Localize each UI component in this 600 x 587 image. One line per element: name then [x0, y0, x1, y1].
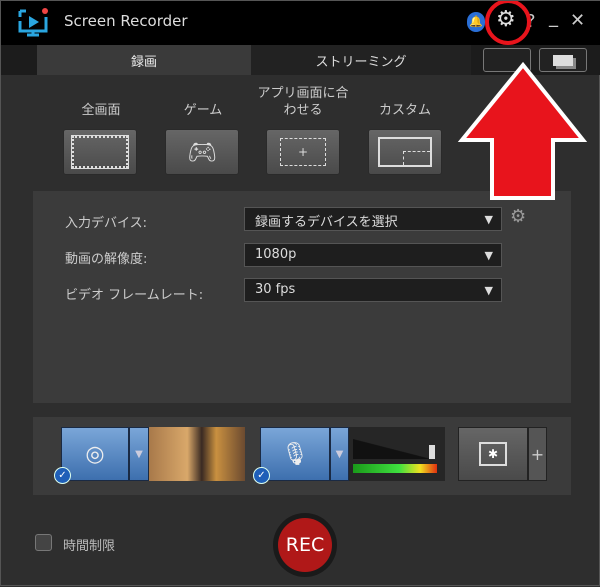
app-window-mode-button[interactable]: +	[266, 129, 340, 175]
app-logo-icon	[18, 8, 48, 37]
microphone-enabled-check-icon[interactable]: ✓	[253, 467, 270, 484]
effects-button[interactable]: ✱	[458, 427, 528, 481]
resolution-value: 1080p	[255, 247, 297, 262]
microphone-toggle-button[interactable]: 🎙︎	[260, 427, 330, 481]
webcam-enabled-check-icon[interactable]: ✓	[54, 467, 71, 484]
minimize-button[interactable]: _	[549, 7, 558, 28]
webcam-icon: ◎	[85, 441, 105, 467]
effects-icon: ✱	[479, 442, 507, 466]
input-device-value: 録画するデバイスを選択	[255, 215, 398, 230]
audio-level-meter[interactable]	[349, 427, 445, 481]
volume-slider-handle[interactable]	[429, 445, 435, 459]
framerate-select[interactable]: 30 fps ▼	[244, 278, 502, 302]
add-source-button[interactable]: +	[528, 427, 547, 481]
custom-mode-button[interactable]	[368, 129, 442, 175]
input-device-select[interactable]: 録画するデバイスを選択 ▼	[244, 207, 502, 231]
webcam-toggle-button[interactable]: ◎	[61, 427, 129, 481]
input-device-label: 入力デバイス:	[65, 216, 147, 231]
mode-label-app: アプリ画面に合わせる	[257, 86, 349, 118]
help-icon[interactable]: ?	[526, 11, 536, 32]
time-limit-label: 時間制限	[63, 539, 116, 554]
framerate-label: ビデオ フレームレート:	[65, 288, 204, 303]
microphone-icon: 🎙︎	[281, 441, 309, 467]
volume-slider-track[interactable]	[353, 439, 431, 459]
layout-button[interactable]	[483, 48, 531, 72]
rec-button[interactable]: REC	[278, 518, 332, 572]
webcam-preview	[149, 427, 245, 481]
webcam-dropdown-button[interactable]: ▼	[129, 427, 149, 481]
window-mode-button[interactable]	[539, 48, 587, 72]
audio-level-bar	[353, 464, 437, 473]
microphone-dropdown-button[interactable]: ▼	[330, 427, 349, 481]
notification-bell-icon[interactable]: 🔔	[467, 12, 485, 32]
game-mode-button[interactable]: 🎮︎	[165, 129, 239, 175]
mode-label-game: ゲーム	[183, 103, 223, 118]
mode-label-fullscreen: 全画面	[81, 103, 121, 118]
tab-record[interactable]: 録画	[37, 45, 251, 75]
time-limit-checkbox[interactable]	[35, 534, 52, 551]
gamepad-icon: 🎮︎	[186, 138, 218, 166]
mode-label-custom: カスタム	[378, 103, 431, 118]
red-arrow-icon	[457, 61, 588, 200]
resolution-select[interactable]: 1080p ▼	[244, 243, 502, 267]
device-settings-gear-icon[interactable]: ⚙	[510, 206, 526, 227]
resolution-label: 動画の解像度:	[65, 252, 148, 267]
fullscreen-mode-button[interactable]	[63, 129, 137, 175]
settings-gear-icon[interactable]: ⚙	[496, 7, 516, 32]
close-button[interactable]: ✕	[570, 10, 585, 31]
framerate-value: 30 fps	[255, 282, 296, 297]
tab-streaming[interactable]: ストリーミング	[251, 45, 471, 75]
app-title: Screen Recorder	[64, 12, 188, 30]
